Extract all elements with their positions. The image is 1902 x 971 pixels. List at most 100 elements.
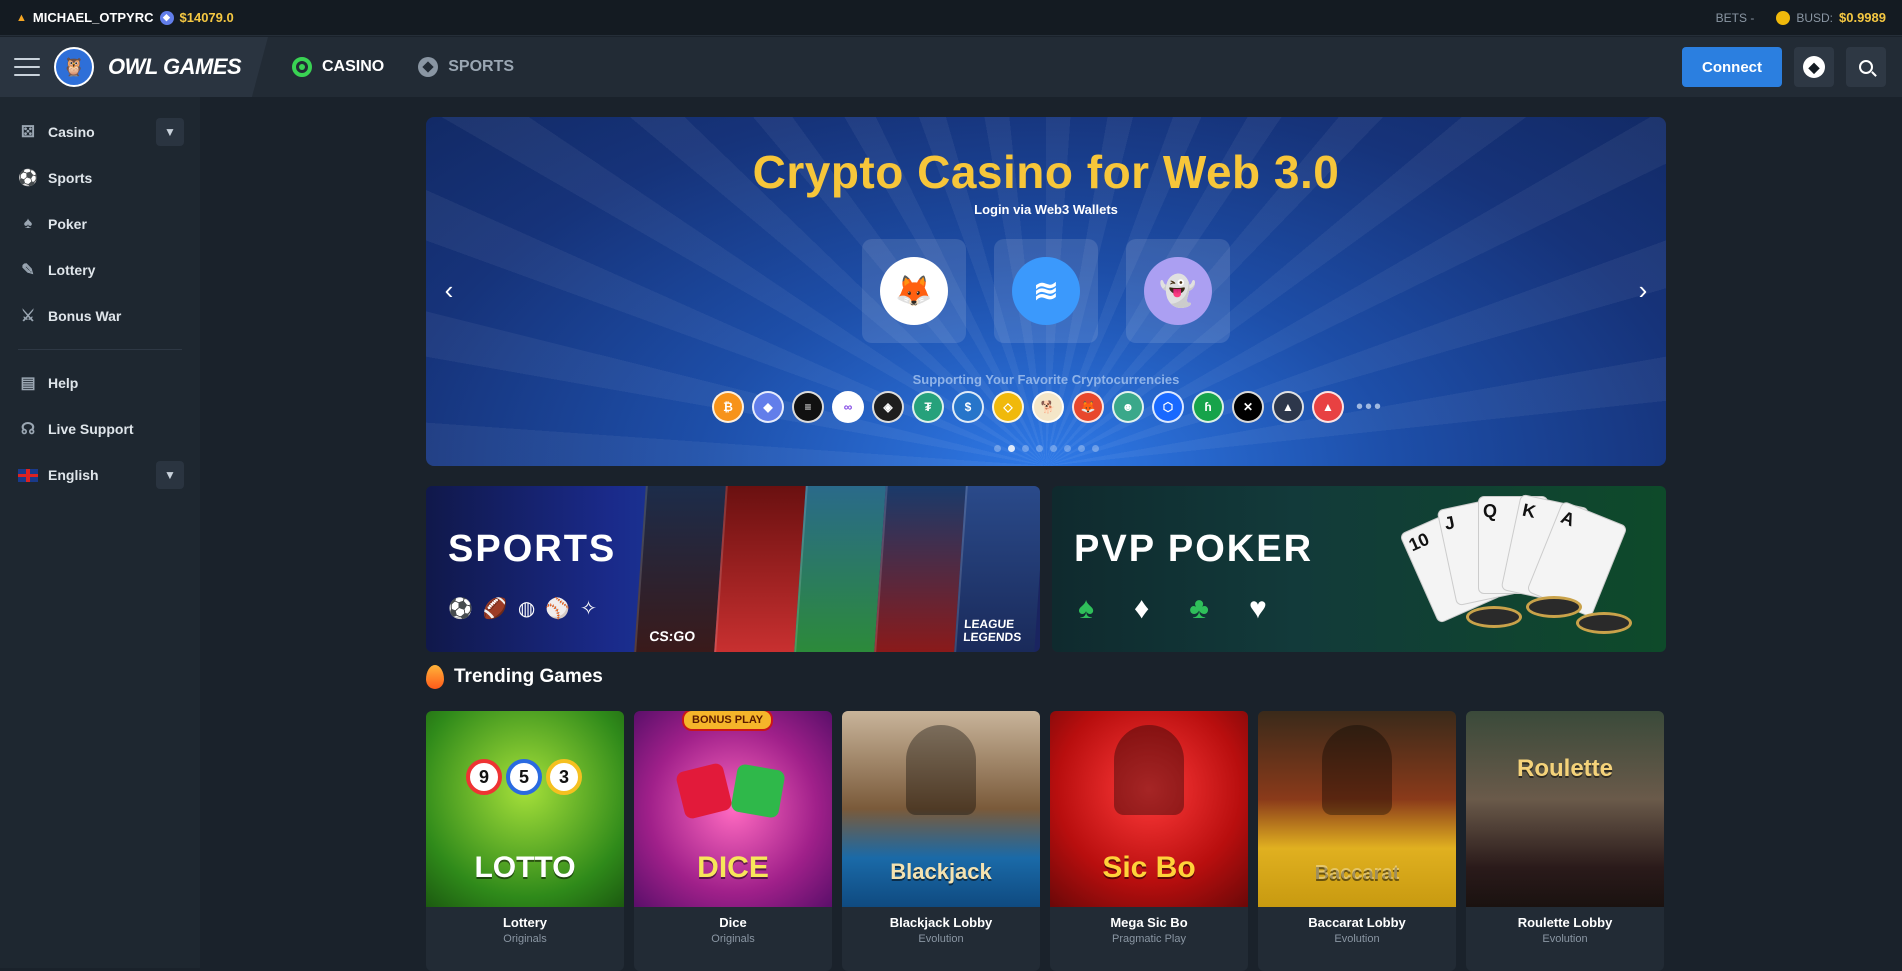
sidebar-item-poker[interactable]: ♠ Poker bbox=[0, 201, 200, 247]
dice-icon: ⚄ bbox=[21, 124, 35, 141]
crossed-swords-icon: ⚔ bbox=[20, 308, 36, 325]
carousel-dot[interactable] bbox=[1007, 445, 1015, 452]
pvp-poker-promo-banner[interactable]: PVP POKER ♠ ♦ ♣ ♥ 10 J Q K A bbox=[1052, 486, 1666, 652]
sports-icons: ⚽ 🏈 ◍ ⚾ ✧ bbox=[448, 596, 597, 621]
game-name: Lottery bbox=[502, 915, 548, 930]
carousel-dot[interactable] bbox=[1035, 445, 1043, 452]
bitcoin-coin-icon: ₿ bbox=[712, 391, 744, 423]
game-art-text: Roulette bbox=[1517, 755, 1613, 782]
carousel-dot[interactable] bbox=[1021, 445, 1029, 452]
tab-sports[interactable]: SPORTS bbox=[408, 57, 524, 77]
game-card-lottery[interactable]: 953 LOTTO Lottery Originals bbox=[426, 711, 624, 971]
sports-ball-icon bbox=[418, 57, 439, 77]
book-icon: ▤ bbox=[20, 375, 36, 392]
hero-title: Crypto Casino for Web 3.0 bbox=[752, 146, 1340, 198]
promo-title: SPORTS bbox=[448, 528, 617, 570]
more-coins-icon[interactable]: ••• bbox=[1356, 396, 1383, 419]
search-button[interactable] bbox=[1846, 47, 1886, 87]
hero-subtitle: Login via Web3 Wallets bbox=[974, 202, 1118, 217]
carousel-dot[interactable] bbox=[1049, 445, 1057, 452]
uk-flag-icon bbox=[18, 465, 38, 485]
sidebar-item-label: Live Support bbox=[48, 421, 134, 437]
carousel-dot[interactable] bbox=[1063, 445, 1071, 452]
user-balance: $14079.0 bbox=[179, 10, 234, 25]
connect-button[interactable]: Connect bbox=[1682, 47, 1782, 87]
bnb-coin-icon: ◈ bbox=[872, 391, 904, 423]
sidebar-item-language[interactable]: English ▼ bbox=[0, 452, 200, 498]
lol-panel: LEAGUE LEGENDS bbox=[954, 486, 1040, 652]
game-card-blackjack-lobby[interactable]: Blackjack Blackjack Lobby Evolution bbox=[842, 711, 1040, 971]
sidebar-item-label: Lottery bbox=[48, 262, 96, 278]
owl-logo-icon[interactable]: 🦉 bbox=[54, 47, 94, 87]
sidebar-item-live-support[interactable]: ☊ Live Support bbox=[0, 406, 200, 452]
metamask-icon: 🦊 bbox=[880, 257, 948, 325]
busd-icon bbox=[1776, 10, 1791, 25]
flame-icon: ▲ bbox=[16, 11, 27, 24]
menu-toggle-icon[interactable] bbox=[14, 58, 40, 76]
walletconnect-icon: ≋ bbox=[1012, 257, 1080, 325]
sidebar-item-sports[interactable]: ⚽ Sports bbox=[0, 155, 200, 201]
main-content: Crypto Casino for Web 3.0 Login via Web3… bbox=[200, 97, 1902, 971]
carousel-next-arrow-icon[interactable]: › bbox=[1628, 275, 1658, 305]
walletconnect-button[interactable]: ≋ bbox=[994, 239, 1098, 343]
cards-icon: ♠ bbox=[23, 215, 33, 232]
avalanche-coin-icon: ▲ bbox=[1312, 391, 1344, 423]
usdc-coin-icon: $ bbox=[952, 391, 984, 423]
carousel-prev-arrow-icon[interactable]: ‹ bbox=[434, 275, 464, 305]
sidebar-item-label: Sports bbox=[48, 170, 93, 186]
carousel-dot[interactable] bbox=[1077, 445, 1085, 452]
panel-label: LEAGUE LEGENDS bbox=[962, 617, 1022, 644]
carousel-dot[interactable] bbox=[993, 445, 1001, 452]
basketball-icon: ◍ bbox=[517, 598, 536, 620]
polygon-coin-icon: ∞ bbox=[832, 391, 864, 423]
game-provider: Originals bbox=[503, 933, 547, 945]
busd-coin-icon: ◇ bbox=[992, 391, 1024, 423]
panel-label: CS:GO bbox=[648, 628, 696, 644]
carousel-dot[interactable] bbox=[1091, 445, 1099, 452]
network-select-button[interactable]: ◆ bbox=[1794, 47, 1834, 87]
tab-casino-label: CASINO bbox=[322, 58, 385, 75]
fire-icon bbox=[426, 665, 444, 689]
game-card-dice[interactable]: BONUS PLAY DICE Dice Originals bbox=[634, 711, 832, 971]
lotto-balls: 953 bbox=[466, 759, 582, 795]
hockey-panel bbox=[874, 486, 966, 652]
game-card-mega-sic-bo[interactable]: Sic Bo Mega Sic Bo Pragmatic Play bbox=[1050, 711, 1248, 971]
football-icon: 🏈 bbox=[482, 598, 508, 620]
search-icon bbox=[1859, 60, 1873, 74]
game-name: Dice bbox=[719, 915, 747, 930]
diamond-icon: ♦ bbox=[1133, 592, 1150, 625]
ethereum-coin-icon: ◆ bbox=[752, 391, 784, 423]
harmony-coin-icon: ɦ bbox=[1192, 391, 1224, 423]
dice-cubes bbox=[674, 761, 786, 821]
sidebar-item-label: English bbox=[48, 467, 99, 483]
sidebar-item-bonus-war[interactable]: ⚔ Bonus War bbox=[0, 293, 200, 339]
chevron-down-icon[interactable]: ▼ bbox=[156, 118, 184, 146]
game-thumbnail: Baccarat bbox=[1258, 711, 1456, 907]
chevron-down-icon[interactable]: ▼ bbox=[156, 461, 184, 489]
game-provider: Originals bbox=[711, 933, 755, 945]
trending-section-title: Trending Games bbox=[426, 665, 603, 689]
game-art-text: Sic Bo bbox=[1102, 851, 1196, 884]
sports-ball-icon: ⚽ bbox=[18, 170, 38, 187]
sidebar-item-help[interactable]: ▤ Help bbox=[0, 360, 200, 406]
game-art-text: DICE bbox=[697, 851, 769, 884]
dealer-figure bbox=[1322, 725, 1392, 815]
game-card-roulette-lobby[interactable]: Roulette Roulette Lobby Evolution bbox=[1466, 711, 1664, 971]
game-thumbnail: Blackjack bbox=[842, 711, 1040, 907]
sidebar-item-casino[interactable]: ⚄ Casino ▼ bbox=[0, 109, 200, 155]
csgo-panel: CS:GO bbox=[634, 486, 726, 652]
user-info[interactable]: ▲ MICHAEL_OTPYRC ◆ $14079.0 bbox=[16, 10, 234, 25]
phantom-button[interactable]: 👻 bbox=[1126, 239, 1230, 343]
game-thumbnail: 953 LOTTO bbox=[426, 711, 624, 907]
pepe-coin-icon: ☻ bbox=[1112, 391, 1144, 423]
brand-name[interactable]: OWL GAMES bbox=[108, 54, 242, 80]
game-card-baccarat-lobby[interactable]: Baccarat Baccarat Lobby Evolution bbox=[1258, 711, 1456, 971]
casino-chip-icon bbox=[292, 57, 312, 77]
sidebar-item-lottery[interactable]: ✎ Lottery bbox=[0, 247, 200, 293]
metamask-button[interactable]: 🦊 bbox=[862, 239, 966, 343]
game-thumbnail: Roulette bbox=[1466, 711, 1664, 907]
spade-icon: ♠ bbox=[1078, 592, 1094, 625]
solana-coin-icon: ≡ bbox=[792, 391, 824, 423]
sports-promo-banner[interactable]: SPORTS ⚽ 🏈 ◍ ⚾ ✧ CS:GO LEAGUE LEGENDS bbox=[426, 486, 1040, 652]
tab-casino[interactable]: CASINO bbox=[282, 57, 394, 77]
